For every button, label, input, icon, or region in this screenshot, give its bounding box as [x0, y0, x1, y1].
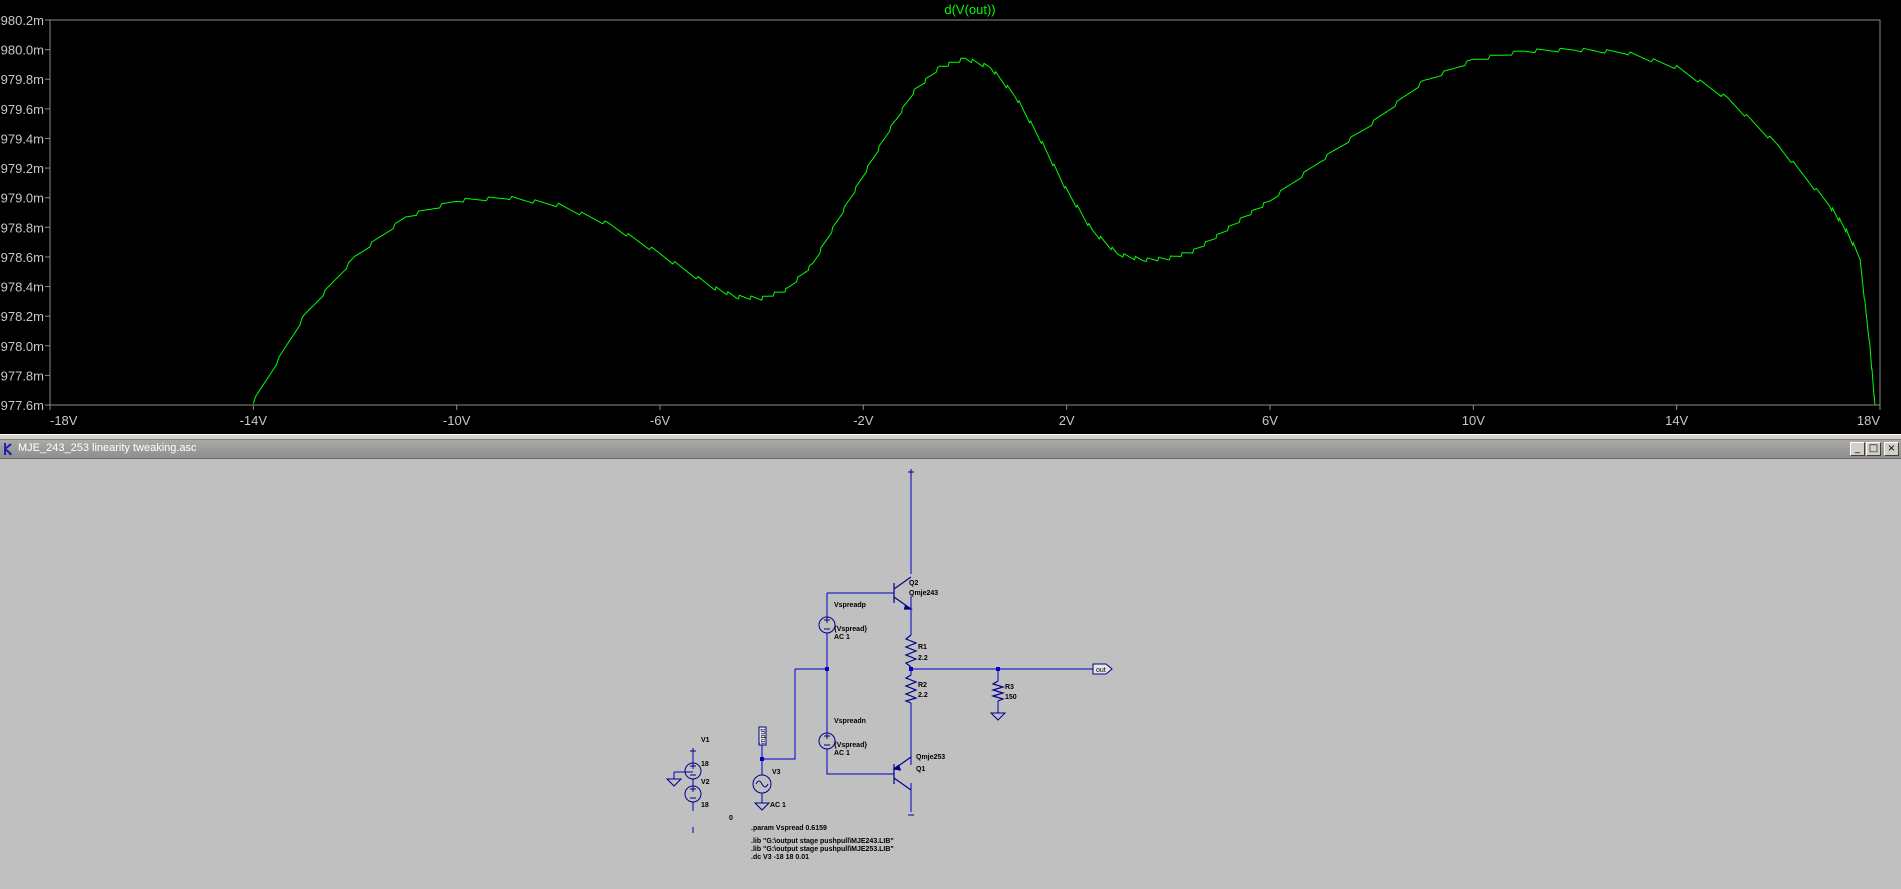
q2-model-label: Qmje243 — [909, 590, 938, 597]
out-net-label[interactable]: out — [1092, 663, 1113, 675]
x-tick-label: -6V — [650, 413, 671, 428]
vspreadp-source[interactable] — [818, 616, 836, 634]
y-tick-label: 980.2m — [1, 13, 44, 28]
v1-name-label: V1 — [701, 737, 710, 744]
wires — [673, 474, 1093, 833]
out-net-label-text: out — [1096, 667, 1106, 674]
vspreadn-value-label: {Vspread} — [834, 742, 867, 749]
minimize-button[interactable]: _ — [1850, 442, 1865, 456]
x-tick-label: -18V — [50, 413, 78, 428]
maximize-button[interactable]: □ — [1866, 442, 1881, 456]
trace-group — [252, 47, 1876, 406]
y-tick-label: 977.8m — [1, 368, 44, 383]
input-net-label[interactable]: input — [758, 726, 767, 759]
q2-name-label: Q2 — [909, 580, 918, 587]
y-tick-label: 978.4m — [1, 280, 44, 295]
q1-model-label: Qmje253 — [916, 754, 945, 761]
x-tick-label: -2V — [853, 413, 874, 428]
trace-title[interactable]: d(V(out)) — [944, 2, 995, 17]
vspreadn-ac-label: AC 1 — [834, 750, 850, 757]
directive-lib-243[interactable]: .lib "G:\output stage pushpull\MJE243.LI… — [751, 838, 894, 845]
vspreadp-name-label: Vspreadp — [834, 602, 866, 609]
x-axis-ticks: -18V -14V -10V -6V -2V 2V 6V 10V 14V 18V — [49, 405, 1881, 428]
ground-symbols — [665, 712, 1007, 811]
r1-name-label: R1 — [918, 644, 927, 651]
schematic-app-icon — [4, 443, 12, 455]
r1-value-label: 2.2 — [918, 655, 928, 662]
v3-ac-label: AC 1 — [770, 802, 786, 809]
schematic-titlebar[interactable]: MJE_243_253 linearity tweaking.asc _ □ × — [0, 440, 1901, 459]
x-tick-label: 2V — [1059, 413, 1075, 428]
vspreadn-name-label: Vspreadn — [834, 718, 866, 725]
q1-transistor[interactable] — [892, 756, 912, 791]
directive-lib-253[interactable]: .lib "G:\output stage pushpull\MJE253.LI… — [751, 846, 894, 853]
waveform-plot[interactable]: d(V(out)) 980.2m 980.0m 979.8m 979.6m 979.4m… — [0, 0, 1901, 434]
v1-source[interactable] — [684, 762, 702, 780]
r3-name-label: R3 — [1005, 684, 1014, 691]
vspreadn-source[interactable] — [818, 732, 836, 750]
directive-dc[interactable]: .dc V3 -18 18 0.01 — [751, 854, 809, 861]
trace-line-0[interactable] — [252, 47, 1876, 406]
vspreadp-value-label: {Vspread} — [834, 626, 867, 633]
y-tick-label: 978.6m — [1, 250, 44, 265]
vspreadp-ac-label: AC 1 — [834, 634, 850, 641]
y-tick-label: 979.2m — [1, 161, 44, 176]
q1-name-label: Q1 — [916, 766, 925, 773]
r3-resistor[interactable] — [990, 680, 1006, 702]
v1-value-label: 18 — [701, 761, 709, 768]
y-axis-ticks: 980.2m 980.0m 979.8m 979.6m 979.4m 979.2m 979.… — [1, 13, 50, 413]
r2-resistor[interactable] — [904, 674, 918, 704]
y-tick-label: 977.6m — [1, 398, 44, 413]
directive-param[interactable]: .param Vspread 0.6159 — [751, 825, 827, 832]
close-button[interactable]: × — [1884, 442, 1899, 456]
input-net-label-text: input — [760, 729, 767, 744]
r2-name-label: R2 — [918, 682, 927, 689]
ground-zero-label: 0 — [729, 815, 733, 822]
plot-frame — [49, 19, 1881, 406]
v3-name-label: V3 — [772, 769, 781, 776]
waveform-plot-pane[interactable]: d(V(out)) 980.2m 980.0m 979.8m 979.6m 979.4m… — [0, 0, 1901, 434]
x-tick-label: 10V — [1462, 413, 1485, 428]
y-tick-label: 979.6m — [1, 102, 44, 117]
x-tick-label: -10V — [443, 413, 471, 428]
schematic-canvas[interactable]: input out Q2 Qmje243 Qmje253 Q1 Vspreadp… — [0, 459, 1901, 889]
x-tick-label: 6V — [1262, 413, 1278, 428]
supply-flags — [690, 469, 914, 816]
y-tick-label: 978.8m — [1, 220, 44, 235]
r2-value-label: 2.2 — [918, 692, 928, 699]
y-tick-label: 979.4m — [1, 131, 44, 146]
y-tick-label: 978.2m — [1, 309, 44, 324]
schematic-drawing[interactable]: input out Q2 Qmje243 Qmje253 Q1 Vspreadp… — [0, 459, 1901, 889]
v3-source[interactable] — [752, 774, 772, 794]
x-tick-label: 14V — [1665, 413, 1688, 428]
y-tick-label: 979.8m — [1, 72, 44, 87]
x-tick-label: -14V — [240, 413, 268, 428]
v2-source[interactable] — [684, 785, 702, 803]
y-tick-label: 978.0m — [1, 339, 44, 354]
y-tick-label: 979.0m — [1, 191, 44, 206]
y-tick-label: 980.0m — [1, 43, 44, 58]
v2-value-label: 18 — [701, 802, 709, 809]
junction-dots — [760, 667, 1000, 761]
r1-resistor[interactable] — [904, 634, 918, 668]
r3-value-label: 150 — [1005, 694, 1017, 701]
window-title: MJE_243_253 linearity tweaking.asc — [18, 442, 197, 454]
v2-name-label: V2 — [701, 779, 710, 786]
x-tick-label: 18V — [1857, 413, 1880, 428]
